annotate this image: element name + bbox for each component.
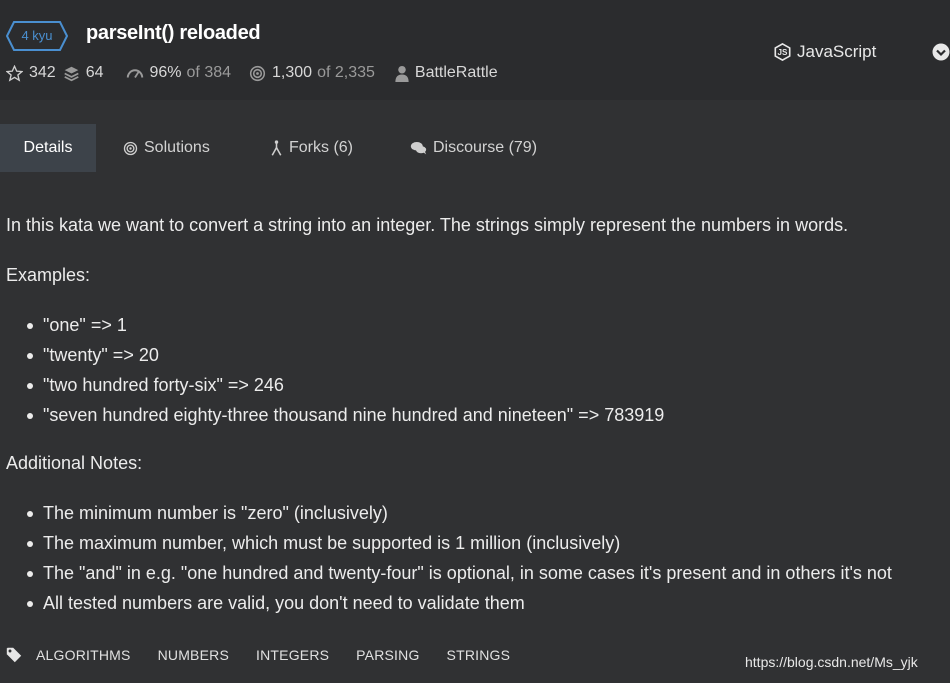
tag-numbers[interactable]: NUMBERS: [158, 647, 229, 663]
satisfaction-value: 96%: [149, 64, 182, 81]
intro-text: In this kata we want to convert a string…: [6, 215, 849, 235]
examples-list: "one" => 1 "twenty" => 20 "two hundred f…: [6, 310, 946, 430]
user-icon: [395, 65, 409, 82]
completed-stat: 1,300 of 2,335: [249, 64, 375, 82]
tag-strings[interactable]: STRINGS: [447, 647, 511, 663]
author-stat[interactable]: BattleRattle: [395, 64, 498, 82]
tab-details[interactable]: Details: [0, 124, 96, 172]
list-item: The minimum number is "zero" (inclusivel…: [6, 498, 946, 528]
nodejs-icon: JS: [774, 43, 791, 61]
tab-solutions[interactable]: Solutions: [123, 124, 210, 172]
tag-icon: [6, 647, 22, 663]
watermark: https://blog.csdn.net/Ms_yjk: [745, 654, 918, 670]
language-label: JavaScript: [797, 42, 877, 61]
list-item: All tested numbers are valid, you don't …: [6, 588, 946, 618]
tab-solutions-label: Solutions: [144, 139, 210, 156]
kata-tabs: Details Solutions Forks (6) Discourse (7…: [0, 124, 950, 172]
stars-count: 342: [29, 64, 56, 81]
tab-discourse-label: Discourse (79): [433, 139, 538, 156]
kata-stats: 342 64 96% of 384 1,300 of 2,335 BattleR…: [6, 62, 498, 84]
star-icon: [6, 64, 23, 82]
collections-stat[interactable]: 64: [63, 64, 104, 82]
completed-value: 1,300: [272, 64, 313, 81]
chat-icon: [410, 142, 427, 155]
list-item: "seven hundred eighty-three thousand nin…: [6, 400, 946, 430]
author-name: BattleRattle: [414, 64, 498, 81]
gauge-icon: [126, 69, 143, 78]
satisfaction-total: of 384: [186, 64, 232, 81]
list-item: The "and" in e.g. "one hundred and twent…: [6, 558, 946, 588]
language-selector[interactable]: JS JavaScript: [774, 42, 876, 62]
list-item: "two hundred forty-six" => 246: [6, 370, 946, 400]
rank-label: 4 kyu: [21, 28, 53, 43]
tab-forks-label: Forks (6): [289, 139, 353, 156]
collections-count: 64: [85, 64, 104, 81]
tag-parsing[interactable]: PARSING: [356, 647, 419, 663]
fork-icon: [271, 139, 282, 156]
rank-badge: 4 kyu: [6, 21, 68, 51]
list-item: "one" => 1: [6, 310, 946, 340]
satisfaction-stat: 96% of 384: [126, 64, 232, 82]
target-icon: [123, 141, 138, 155]
chevron-down-icon[interactable]: [932, 43, 950, 61]
tab-forks[interactable]: Forks (6): [270, 124, 353, 172]
layers-icon: [64, 66, 79, 81]
stars-stat[interactable]: 342: [6, 64, 56, 82]
notes-list: The minimum number is "zero" (inclusivel…: [6, 498, 946, 618]
notes-heading: Additional Notes:: [6, 453, 143, 473]
list-item: "twenty" => 20: [6, 340, 946, 370]
svg-text:JS: JS: [778, 48, 788, 57]
kata-description: In this kata we want to convert a string…: [6, 212, 946, 618]
tab-discourse[interactable]: Discourse (79): [410, 124, 537, 172]
kata-title[interactable]: parseInt() reloaded: [86, 22, 261, 45]
tag-list: ALGORITHMS NUMBERS INTEGERS PARSING STRI…: [6, 644, 537, 666]
target-icon: [249, 65, 266, 81]
tag-integers[interactable]: INTEGERS: [256, 647, 329, 663]
list-item: The maximum number, which must be suppor…: [6, 528, 946, 558]
examples-heading: Examples:: [6, 265, 91, 285]
kata-header: 4 kyu parseInt() reloaded 342 64 96% of …: [0, 0, 950, 100]
tag-algorithms[interactable]: ALGORITHMS: [36, 647, 131, 663]
completed-total: of 2,335: [317, 64, 375, 81]
tab-details-label: Details: [23, 139, 73, 156]
